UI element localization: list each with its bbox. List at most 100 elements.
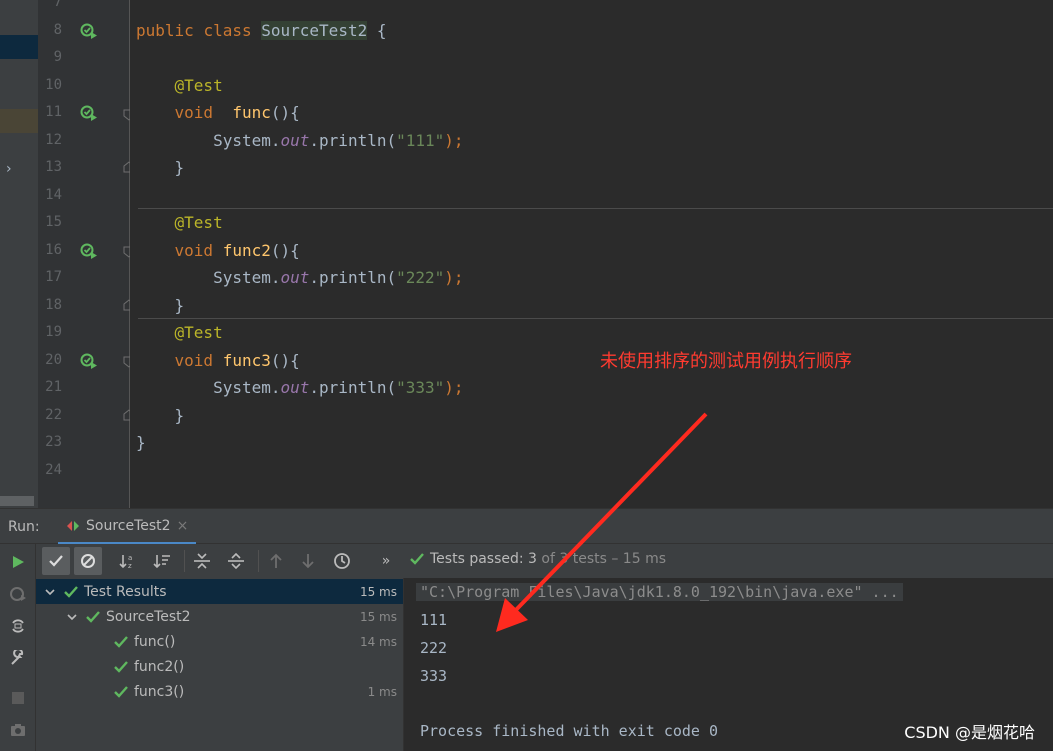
tab-source-test2[interactable]: SourceTest2 × bbox=[58, 509, 197, 545]
annotation: @Test bbox=[174, 76, 223, 95]
line-number: 22 bbox=[45, 407, 62, 423]
console-line: 111 bbox=[420, 611, 448, 629]
code-editor[interactable]: public class SourceTest2 { @Test void fu… bbox=[130, 0, 1053, 508]
line-number: 17 bbox=[45, 269, 62, 285]
collapse-all-icon[interactable] bbox=[222, 547, 250, 575]
check-icon bbox=[64, 585, 78, 598]
tree-item-time: 15 ms bbox=[359, 609, 397, 624]
play-icon[interactable] bbox=[8, 552, 28, 572]
method-body: System.out.println("333"); bbox=[213, 378, 464, 397]
console-command: "C:\Program Files\Java\jdk1.8.0_192\bin\… bbox=[416, 583, 903, 601]
horizontal-scrollbar[interactable] bbox=[0, 496, 34, 506]
tree-test[interactable]: func3() 1 ms bbox=[36, 679, 403, 704]
run-side-toolbar bbox=[0, 544, 36, 751]
test-results-tree: Test Results 15 ms SourceTest2 15 ms fun… bbox=[36, 578, 404, 751]
history-icon[interactable] bbox=[328, 547, 356, 575]
check-icon bbox=[410, 553, 424, 565]
method-separator bbox=[138, 208, 1053, 209]
tree-root[interactable]: Test Results 15 ms bbox=[36, 579, 403, 604]
class-close: } bbox=[136, 433, 146, 452]
camera-icon[interactable] bbox=[8, 720, 28, 740]
rerun-failed-icon[interactable] bbox=[8, 584, 28, 604]
run-panel-header: Run: SourceTest2 × bbox=[0, 508, 1053, 545]
chevron-right-icon[interactable]: › bbox=[6, 161, 12, 177]
toggle-autotest-icon[interactable] bbox=[8, 616, 28, 636]
run-gutter-icon[interactable] bbox=[80, 104, 98, 122]
console-line: 222 bbox=[420, 639, 448, 657]
tree-test[interactable]: func2() bbox=[36, 654, 403, 679]
run-gutter-icon[interactable] bbox=[80, 352, 98, 370]
line-number: 15 bbox=[45, 214, 62, 230]
method-signature: void func(){ bbox=[174, 103, 300, 122]
chevron-down-icon[interactable] bbox=[44, 586, 56, 598]
line-number: 24 bbox=[45, 462, 62, 478]
line-number: 21 bbox=[45, 379, 62, 395]
check-icon bbox=[114, 635, 128, 648]
line-number: 11 bbox=[45, 104, 62, 120]
show-ignored-toggle[interactable] bbox=[74, 547, 102, 575]
annotation-note: 未使用排序的测试用例执行顺序 bbox=[600, 351, 852, 372]
tree-item-label: func2() bbox=[134, 658, 185, 675]
down-arrow-icon[interactable] bbox=[294, 547, 322, 575]
check-icon bbox=[114, 660, 128, 673]
line-number: 20 bbox=[45, 352, 62, 368]
tree-item-label: func3() bbox=[134, 683, 185, 700]
line-number: 7 bbox=[53, 0, 62, 10]
run-gutter-icon[interactable] bbox=[80, 242, 98, 260]
method-signature: void func3(){ bbox=[174, 351, 300, 370]
tree-item-label: Test Results bbox=[84, 583, 167, 600]
method-close: } bbox=[174, 406, 185, 425]
line-number: 10 bbox=[45, 77, 62, 93]
line-number: 12 bbox=[45, 132, 62, 148]
sort-alpha-icon[interactable]: az bbox=[114, 547, 142, 575]
stop-icon[interactable] bbox=[8, 688, 28, 708]
chevron-down-icon[interactable] bbox=[66, 611, 78, 623]
sort-duration-icon[interactable] bbox=[148, 547, 176, 575]
line-number: 18 bbox=[45, 297, 62, 313]
tests-passed-detail: of 3 tests – 15 ms bbox=[541, 551, 666, 567]
tree-item-time: 15 ms bbox=[359, 584, 397, 599]
tests-passed-label: Tests passed: bbox=[430, 551, 524, 567]
line-number: 14 bbox=[45, 187, 62, 203]
svg-text:a: a bbox=[128, 554, 132, 562]
tree-suite[interactable]: SourceTest2 15 ms bbox=[36, 604, 403, 629]
console-line: 333 bbox=[420, 667, 448, 685]
expand-all-icon[interactable] bbox=[188, 547, 216, 575]
class-declaration: public class SourceTest2 { bbox=[136, 21, 387, 40]
close-icon[interactable]: × bbox=[177, 518, 189, 534]
tests-passed-count: 3 bbox=[528, 551, 537, 567]
line-number: 9 bbox=[53, 49, 62, 65]
method-separator bbox=[138, 318, 1053, 319]
method-close: } bbox=[174, 158, 185, 177]
wrench-icon[interactable] bbox=[8, 648, 28, 668]
project-item-highlight[interactable] bbox=[0, 109, 38, 133]
tab-label: SourceTest2 bbox=[86, 517, 171, 534]
tree-item-time: 14 ms bbox=[359, 634, 397, 649]
project-tool-strip: › bbox=[0, 0, 38, 508]
line-number: 8 bbox=[53, 22, 62, 38]
console-exit-message: Process finished with exit code 0 bbox=[420, 722, 719, 740]
project-selection-highlight[interactable] bbox=[0, 35, 38, 59]
check-icon bbox=[114, 685, 128, 698]
test-toolbar: az » Tests passed: 3 of 3 tests – 15 ms bbox=[36, 544, 1053, 578]
tree-item-label: func() bbox=[134, 633, 176, 650]
editor-gutter: 7 8 9 10 11 12 13 14 15 16 17 18 19 20 2… bbox=[38, 0, 135, 508]
run-gutter-icon[interactable] bbox=[80, 22, 98, 40]
tree-item-time: 1 ms bbox=[367, 684, 397, 699]
watermark: CSDN @是烟花哈 bbox=[904, 723, 1035, 742]
more-actions-icon[interactable]: » bbox=[378, 547, 394, 575]
check-icon bbox=[86, 610, 100, 623]
tree-test[interactable]: func() 14 ms bbox=[36, 629, 403, 654]
console-output[interactable]: "C:\Program Files\Java\jdk1.8.0_192\bin\… bbox=[404, 578, 1053, 751]
line-number: 16 bbox=[45, 242, 62, 258]
line-number: 23 bbox=[45, 434, 62, 450]
tree-item-label: SourceTest2 bbox=[106, 608, 191, 625]
annotation: @Test bbox=[174, 323, 223, 342]
up-arrow-icon[interactable] bbox=[262, 547, 290, 575]
line-number: 19 bbox=[45, 324, 62, 340]
line-number: 13 bbox=[45, 159, 62, 175]
method-body: System.out.println("111"); bbox=[213, 131, 464, 150]
show-passed-toggle[interactable] bbox=[42, 547, 70, 575]
class-name: SourceTest2 bbox=[261, 21, 368, 40]
method-signature: void func2(){ bbox=[174, 241, 300, 260]
